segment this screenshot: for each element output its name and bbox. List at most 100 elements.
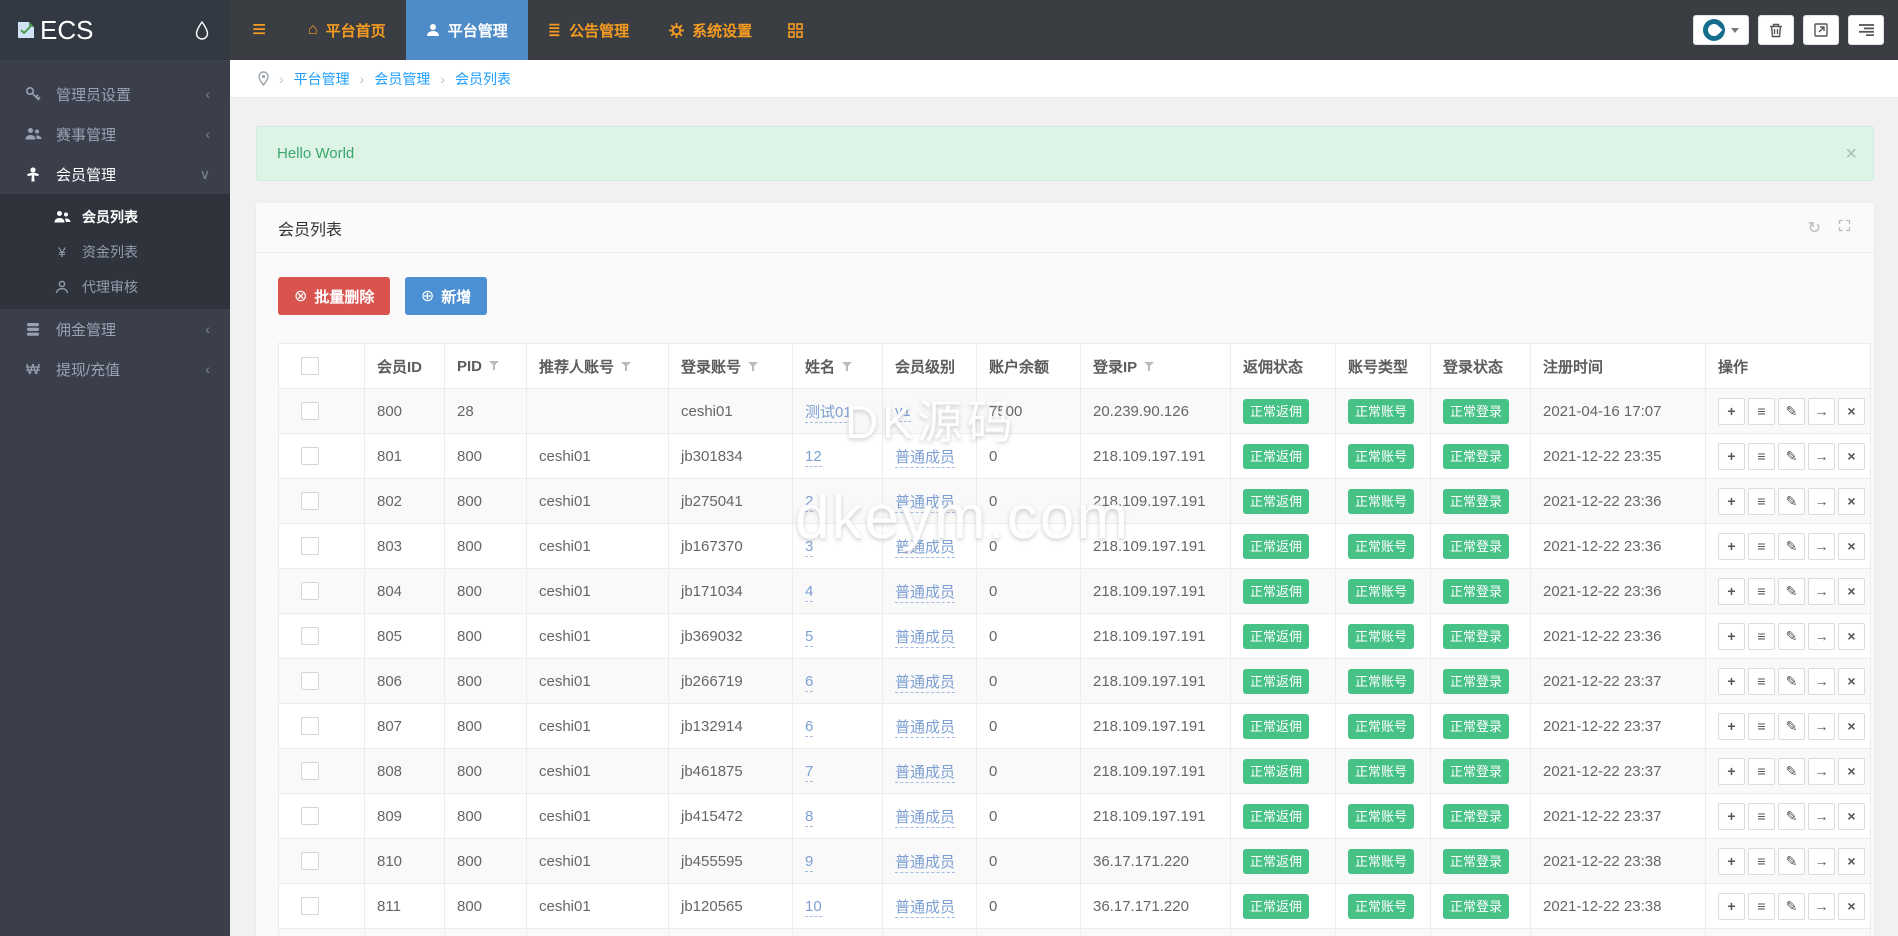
member-level-link[interactable]: 普通成员: [895, 764, 955, 783]
rebate-status-badge[interactable]: 正常返佣: [1243, 714, 1309, 739]
account-status-badge[interactable]: 正常账号: [1348, 669, 1414, 694]
row-action-delete-button[interactable]: ×: [1838, 848, 1865, 875]
row-action-delete-button[interactable]: ×: [1838, 893, 1865, 920]
nav-system-settings[interactable]: 系统设置: [649, 0, 772, 60]
member-level-link[interactable]: 普通成员: [895, 899, 955, 918]
member-name-link[interactable]: 10: [805, 898, 822, 917]
account-status-badge[interactable]: 正常账号: [1348, 624, 1414, 649]
row-action-plus-button[interactable]: +: [1718, 893, 1745, 920]
login-status-badge[interactable]: 正常登录: [1443, 579, 1509, 604]
row-action-transfer-button[interactable]: →: [1808, 848, 1835, 875]
user-avatar-dropdown[interactable]: [1693, 15, 1749, 45]
row-action-delete-button[interactable]: ×: [1838, 758, 1865, 785]
account-status-badge[interactable]: 正常账号: [1348, 489, 1414, 514]
row-checkbox[interactable]: [301, 762, 319, 780]
rebate-status-badge[interactable]: 正常返佣: [1243, 894, 1309, 919]
row-action-transfer-button[interactable]: →: [1808, 488, 1835, 515]
row-checkbox[interactable]: [301, 447, 319, 465]
row-checkbox[interactable]: [301, 537, 319, 555]
sidebar-item-event-manage[interactable]: 赛事管理 ‹: [0, 114, 230, 154]
login-status-badge[interactable]: 正常登录: [1443, 714, 1509, 739]
login-status-badge[interactable]: 正常登录: [1443, 669, 1509, 694]
row-checkbox[interactable]: [301, 897, 319, 915]
rebate-status-badge[interactable]: 正常返佣: [1243, 804, 1309, 829]
row-checkbox[interactable]: [301, 717, 319, 735]
row-action-plus-button[interactable]: +: [1718, 848, 1745, 875]
row-action-plus-button[interactable]: +: [1718, 398, 1745, 425]
member-level-link[interactable]: 普通成员: [895, 494, 955, 513]
nav-platform-manage[interactable]: 平台管理: [406, 0, 528, 60]
sidebar-item-admin-settings[interactable]: 管理员设置 ‹: [0, 74, 230, 114]
login-status-badge[interactable]: 正常登录: [1443, 759, 1509, 784]
row-action-edit-button[interactable]: ✎: [1778, 578, 1805, 605]
row-checkbox[interactable]: [301, 402, 319, 420]
rebate-status-badge[interactable]: 正常返佣: [1243, 534, 1309, 559]
rebate-status-badge[interactable]: 正常返佣: [1243, 399, 1309, 424]
rebate-status-badge[interactable]: 正常返佣: [1243, 444, 1309, 469]
member-level-link[interactable]: 普通成员: [895, 449, 955, 468]
row-action-delete-button[interactable]: ×: [1838, 578, 1865, 605]
row-action-detail-button[interactable]: ≡: [1748, 848, 1775, 875]
row-action-transfer-button[interactable]: →: [1808, 443, 1835, 470]
rebate-status-badge[interactable]: 正常返佣: [1243, 489, 1309, 514]
login-status-badge[interactable]: 正常登录: [1443, 849, 1509, 874]
member-level-link[interactable]: 普通成员: [895, 584, 955, 603]
row-action-edit-button[interactable]: ✎: [1778, 533, 1805, 560]
row-action-detail-button[interactable]: ≡: [1748, 578, 1775, 605]
member-name-link[interactable]: 9: [805, 853, 813, 872]
row-action-delete-button[interactable]: ×: [1838, 713, 1865, 740]
row-action-edit-button[interactable]: ✎: [1778, 803, 1805, 830]
row-action-edit-button[interactable]: ✎: [1778, 848, 1805, 875]
row-action-delete-button[interactable]: ×: [1838, 623, 1865, 650]
sidebar-item-commission-manage[interactable]: 佣金管理 ‹: [0, 309, 230, 349]
account-status-badge[interactable]: 正常账号: [1348, 399, 1414, 424]
row-action-edit-button[interactable]: ✎: [1778, 668, 1805, 695]
row-checkbox[interactable]: [301, 807, 319, 825]
row-action-transfer-button[interactable]: →: [1808, 578, 1835, 605]
nav-apps-grid[interactable]: [772, 0, 819, 60]
breadcrumb-platform-manage[interactable]: 平台管理: [294, 69, 350, 89]
filter-icon[interactable]: [842, 361, 852, 372]
row-action-detail-button[interactable]: ≡: [1748, 398, 1775, 425]
row-action-transfer-button[interactable]: →: [1808, 803, 1835, 830]
member-name-link[interactable]: 测试01: [805, 404, 852, 423]
member-level-link[interactable]: 普通成员: [895, 539, 955, 558]
row-action-plus-button[interactable]: +: [1718, 803, 1745, 830]
row-action-edit-button[interactable]: ✎: [1778, 398, 1805, 425]
row-action-transfer-button[interactable]: →: [1808, 893, 1835, 920]
account-status-badge[interactable]: 正常账号: [1348, 894, 1414, 919]
filter-icon[interactable]: [489, 360, 499, 371]
filter-icon[interactable]: [748, 361, 758, 372]
row-action-detail-button[interactable]: ≡: [1748, 443, 1775, 470]
breadcrumb-member-manage[interactable]: 会员管理: [374, 69, 430, 89]
rebate-status-badge[interactable]: 正常返佣: [1243, 759, 1309, 784]
sidebar-item-withdraw-recharge[interactable]: ₩ 提现/充值 ‹: [0, 349, 230, 389]
open-frontend-button[interactable]: [1803, 15, 1839, 45]
member-name-link[interactable]: 12: [805, 448, 822, 467]
row-action-plus-button[interactable]: +: [1718, 533, 1745, 560]
row-action-detail-button[interactable]: ≡: [1748, 488, 1775, 515]
layout-menu-button[interactable]: [1848, 15, 1884, 45]
row-action-plus-button[interactable]: +: [1718, 623, 1745, 650]
member-level-link[interactable]: v1: [895, 403, 911, 422]
row-checkbox[interactable]: [301, 627, 319, 645]
member-name-link[interactable]: 7: [805, 763, 813, 782]
login-status-badge[interactable]: 正常登录: [1443, 624, 1509, 649]
row-action-edit-button[interactable]: ✎: [1778, 488, 1805, 515]
filter-icon[interactable]: [1144, 361, 1154, 372]
sidebar-item-agent-review[interactable]: 代理审核: [0, 269, 230, 304]
clear-cache-button[interactable]: [1758, 15, 1794, 45]
row-action-detail-button[interactable]: ≡: [1748, 803, 1775, 830]
rebate-status-badge[interactable]: 正常返佣: [1243, 624, 1309, 649]
batch-delete-button[interactable]: ⊗ 批量删除: [278, 277, 390, 315]
account-status-badge[interactable]: 正常账号: [1348, 714, 1414, 739]
member-name-link[interactable]: 5: [805, 628, 813, 647]
breadcrumb-member-list[interactable]: 会员列表: [455, 69, 511, 89]
login-status-badge[interactable]: 正常登录: [1443, 444, 1509, 469]
login-status-badge[interactable]: 正常登录: [1443, 894, 1509, 919]
row-checkbox[interactable]: [301, 492, 319, 510]
account-status-badge[interactable]: 正常账号: [1348, 804, 1414, 829]
menu-toggle-icon[interactable]: ≡: [230, 0, 288, 60]
member-level-link[interactable]: 普通成员: [895, 674, 955, 693]
account-status-badge[interactable]: 正常账号: [1348, 579, 1414, 604]
